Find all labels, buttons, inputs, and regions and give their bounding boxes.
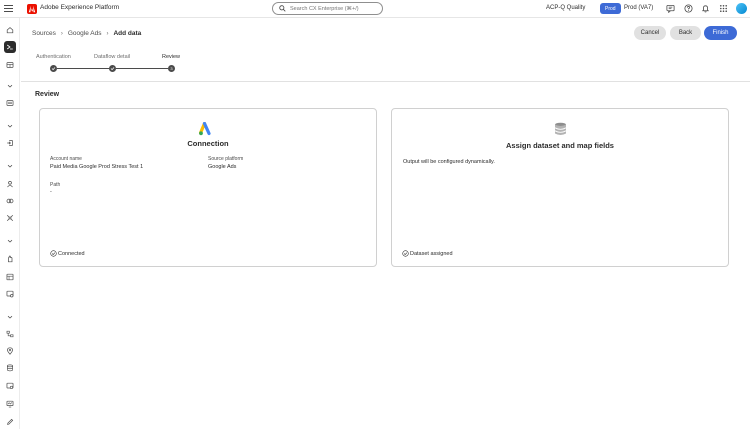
checkmark-circle-icon xyxy=(50,250,57,257)
header-divider xyxy=(21,81,750,82)
menu-icon[interactable] xyxy=(4,3,15,14)
google-ads-logo-icon xyxy=(199,122,211,136)
nav-collapse-chevron-icon[interactable] xyxy=(4,160,16,172)
database-icon xyxy=(554,122,567,135)
breadcrumb: Sources › Google Ads › Add data xyxy=(32,30,141,37)
section-title: Review xyxy=(35,91,60,98)
nav-privacy-icon[interactable] xyxy=(4,253,16,265)
org-switcher[interactable]: ACP-Q Quality xyxy=(546,5,585,11)
finish-button[interactable]: Finish xyxy=(704,26,737,40)
nav-ingest-icon[interactable] xyxy=(4,137,16,149)
nav-dashboards-icon[interactable] xyxy=(4,97,16,109)
breadcrumb-google-ads[interactable]: Google Ads xyxy=(68,30,102,37)
nav-workflows-icon[interactable] xyxy=(4,328,16,340)
breadcrumb-current: Add data xyxy=(113,30,142,37)
progress-stepper: Authentication Dataflow detail Review 3 xyxy=(30,54,190,74)
connection-status-text: Connected xyxy=(58,250,85,257)
step-complete-check-icon xyxy=(109,65,116,72)
nav-schemas-icon[interactable] xyxy=(4,271,16,283)
path-value: - xyxy=(50,189,52,195)
help-icon[interactable] xyxy=(684,4,693,13)
search-icon xyxy=(279,5,286,12)
nav-monitoring-icon[interactable] xyxy=(4,398,16,410)
nav-collapse-chevron-icon[interactable] xyxy=(4,120,16,132)
source-platform-value: Google Ads xyxy=(208,164,237,170)
sandbox-switcher[interactable]: Prod (VA7) xyxy=(624,5,653,11)
nav-identities-icon[interactable] xyxy=(4,212,16,224)
dataset-card: Assign dataset and map fields Output wil… xyxy=(391,108,729,267)
nav-queries-icon[interactable] xyxy=(4,380,16,392)
notifications-icon[interactable] xyxy=(701,4,710,13)
nav-profiles-icon[interactable] xyxy=(4,178,16,190)
chevron-right-icon: › xyxy=(106,30,109,37)
step-label-authentication: Authentication xyxy=(36,54,71,60)
left-nav xyxy=(0,18,20,429)
search-input[interactable] xyxy=(290,5,380,12)
nav-collapse-chevron-icon[interactable] xyxy=(4,311,16,323)
back-button[interactable]: Back xyxy=(670,26,701,40)
search-field[interactable] xyxy=(272,2,383,15)
step-label-dataflow-detail: Dataflow detail xyxy=(94,54,131,60)
source-platform-label: Source platform xyxy=(208,156,244,162)
account-name-label: Account name xyxy=(50,156,82,162)
breadcrumb-sources[interactable]: Sources xyxy=(32,30,56,37)
nav-collapse-chevron-icon[interactable] xyxy=(4,235,16,247)
connection-status: Connected xyxy=(50,250,85,257)
nav-browse-icon[interactable] xyxy=(4,59,16,71)
env-badge: Prod xyxy=(600,3,621,14)
cancel-button[interactable]: Cancel xyxy=(634,26,666,40)
avatar[interactable] xyxy=(736,3,747,14)
nav-datasets-icon[interactable] xyxy=(4,288,16,300)
step-connector xyxy=(116,68,168,69)
connection-title: Connection xyxy=(187,139,229,148)
chevron-right-icon: › xyxy=(60,30,63,37)
nav-destinations-icon[interactable] xyxy=(4,345,16,357)
nav-data-icon[interactable] xyxy=(4,362,16,374)
top-bar: Adobe Experience Platform ACP-Q Quality … xyxy=(0,0,750,18)
nav-home-icon[interactable] xyxy=(4,24,16,36)
nav-sources-icon[interactable] xyxy=(4,41,16,53)
adobe-logo-icon[interactable] xyxy=(27,4,37,14)
app-switcher-icon[interactable] xyxy=(719,4,728,13)
feedback-icon[interactable] xyxy=(666,4,675,13)
account-name-value: Paid Media Google Prod Stress Test 1 xyxy=(50,164,144,170)
output-description: Output will be configured dynamically. xyxy=(403,159,495,165)
app-title[interactable]: Adobe Experience Platform xyxy=(40,4,119,11)
dataset-status: Dataset assigned xyxy=(402,250,453,257)
step-current-number: 3 xyxy=(168,65,175,72)
dataset-status-text: Dataset assigned xyxy=(410,250,453,257)
connection-card: Connection Account name Paid Media Googl… xyxy=(39,108,377,267)
nav-audiences-icon[interactable] xyxy=(4,195,16,207)
step-complete-check-icon xyxy=(50,65,57,72)
nav-collapse-chevron-icon[interactable] xyxy=(4,80,16,92)
step-connector xyxy=(57,68,109,69)
step-label-review: Review xyxy=(162,54,181,60)
path-label: Path xyxy=(50,182,61,188)
assign-dataset-title: Assign dataset and map fields xyxy=(506,141,614,150)
nav-edit-icon[interactable] xyxy=(4,416,16,428)
checkmark-circle-icon xyxy=(402,250,409,257)
